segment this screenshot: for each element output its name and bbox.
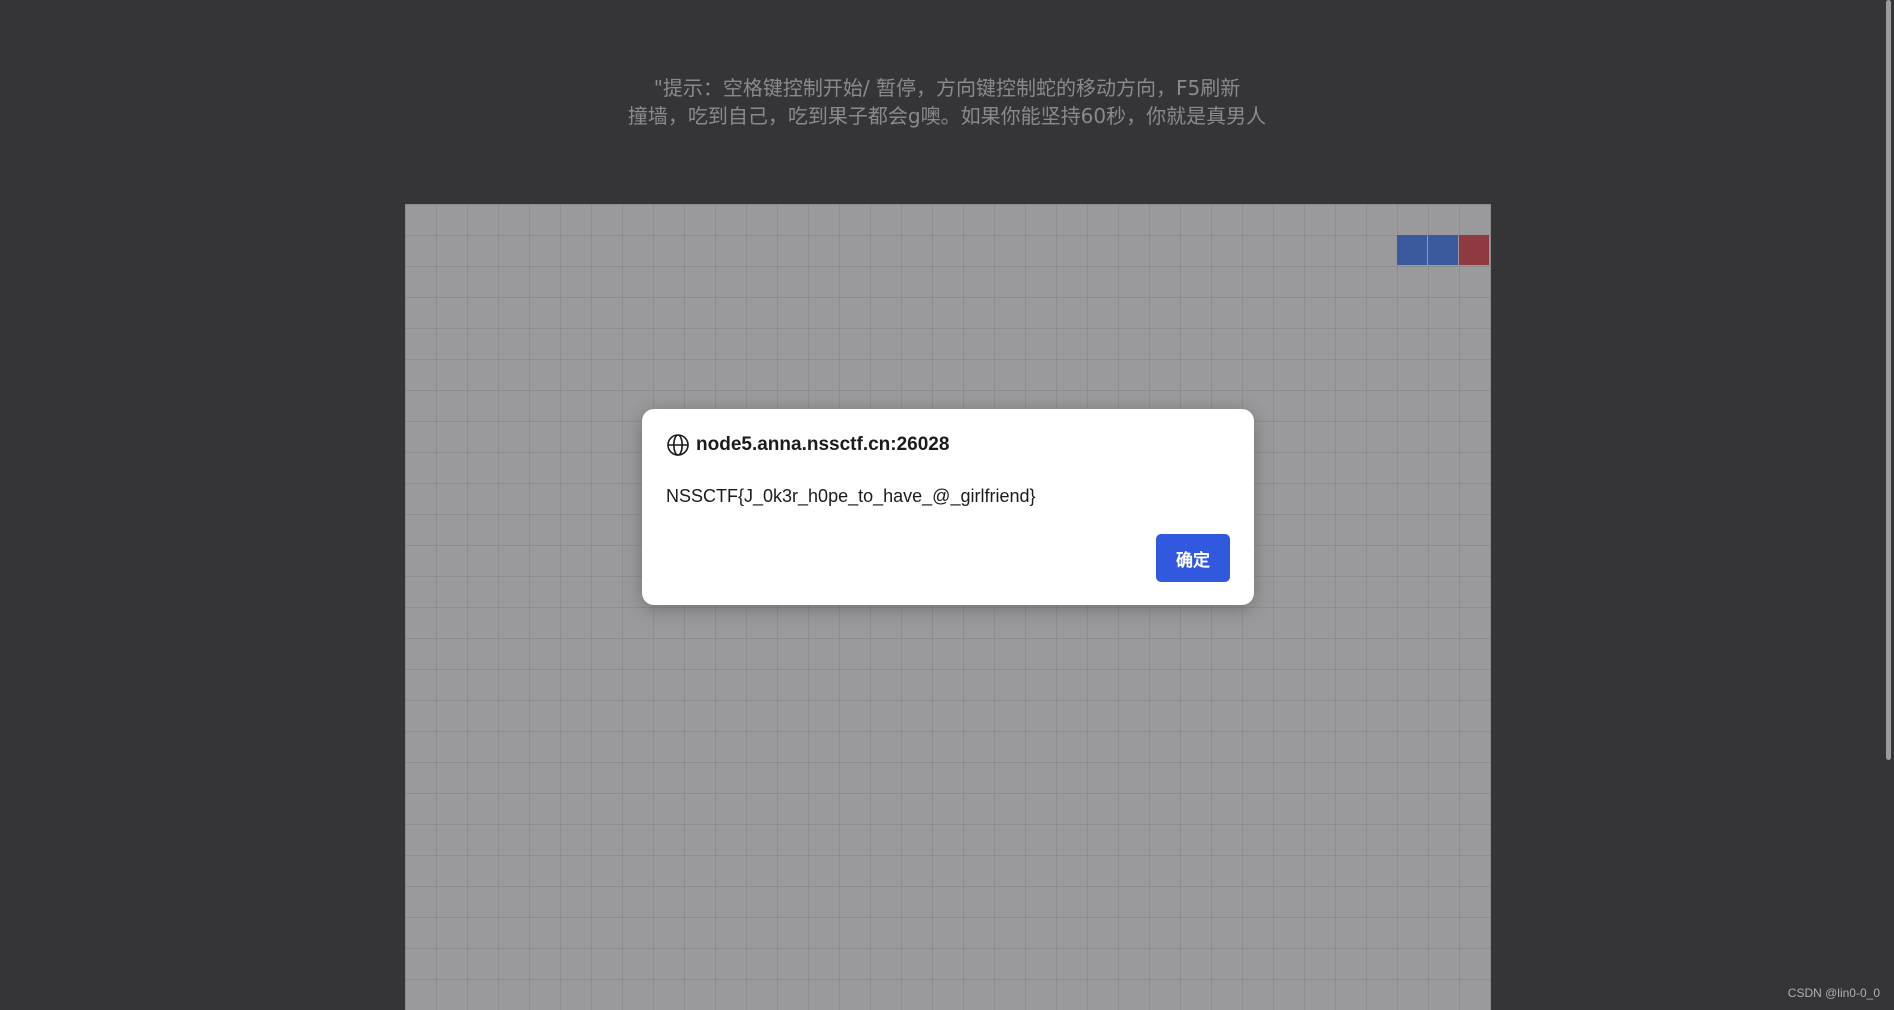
snake-head	[1459, 235, 1489, 265]
ok-button[interactable]: 确定	[1156, 534, 1230, 582]
vertical-scrollbar[interactable]	[1880, 0, 1894, 1010]
scrollbar-thumb[interactable]	[1886, 0, 1891, 760]
dialog-origin: node5.anna.nssctf.cn:26028	[696, 434, 950, 455]
game-hint: "提示：空格键控制开始/ 暂停，方向键控制蛇的移动方向，F5刷新 撞墙，吃到自己…	[0, 74, 1894, 130]
game-board[interactable]	[405, 204, 1491, 1010]
hint-line-1: "提示：空格键控制开始/ 暂停，方向键控制蛇的移动方向，F5刷新	[653, 76, 1241, 100]
globe-icon	[667, 434, 689, 456]
watermark: CSDN @lin0-0_0	[1787, 986, 1880, 1000]
hint-line-2: 撞墙，吃到自己，吃到果子都会g噢。如果你能坚持60秒，你就是真男人	[627, 104, 1267, 128]
snake-body-segment	[1428, 235, 1458, 265]
snake-body-segment	[1397, 235, 1427, 265]
page: "提示：空格键控制开始/ 暂停，方向键控制蛇的移动方向，F5刷新 撞墙，吃到自己…	[0, 0, 1894, 1010]
dialog-header: node5.anna.nssctf.cn:26028	[666, 433, 949, 457]
dialog-message: NSSCTF{J_0k3r_h0pe_to_have_@_girlfriend}	[666, 486, 1036, 506]
alert-dialog: node5.anna.nssctf.cn:26028 NSSCTF{J_0k3r…	[642, 409, 1254, 605]
